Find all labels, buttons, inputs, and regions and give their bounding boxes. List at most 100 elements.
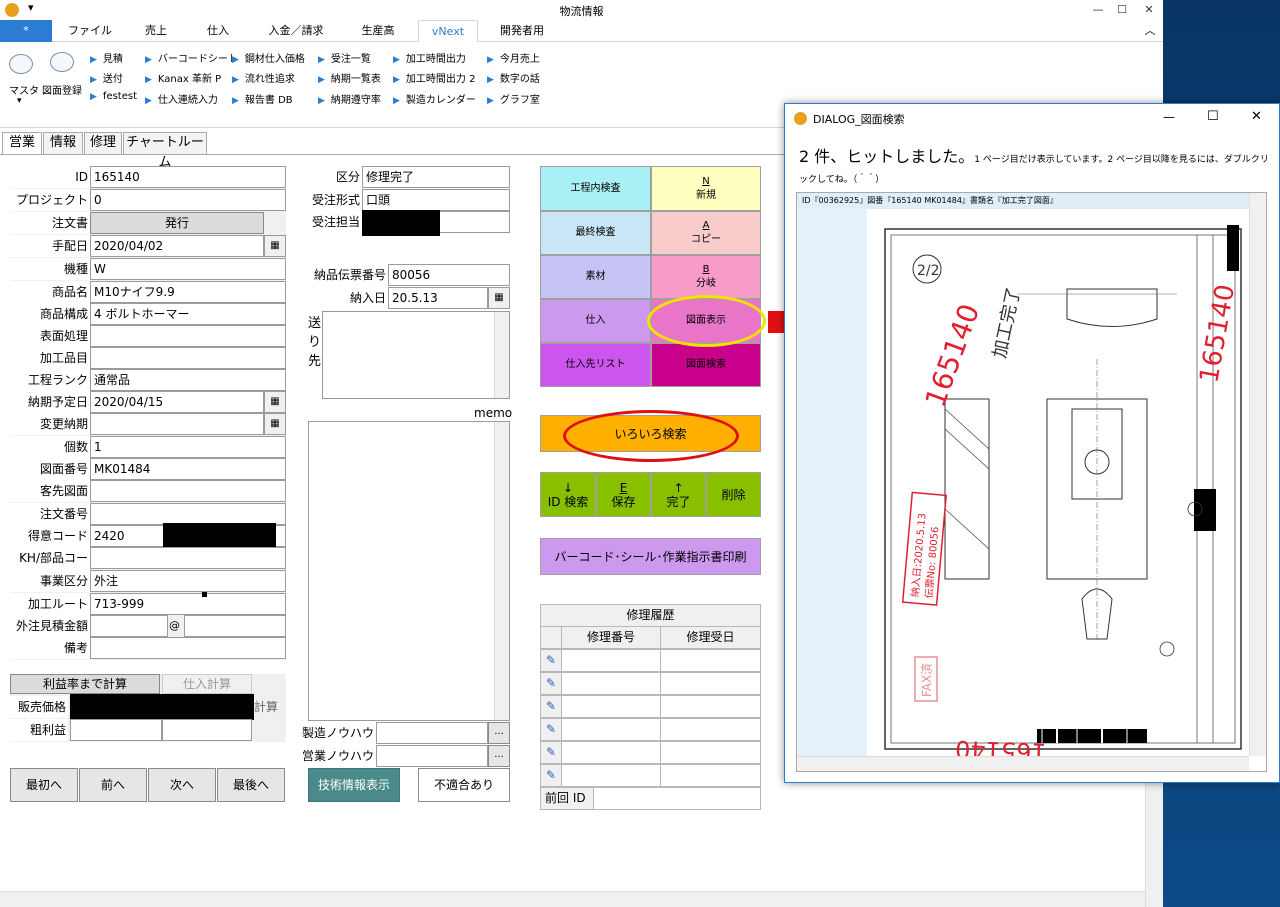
changed-due-field[interactable]: [90, 413, 264, 435]
calendar-icon[interactable]: ▦: [264, 391, 286, 413]
history-cell-no[interactable]: [561, 672, 661, 695]
seizo-dots-button[interactable]: ...: [488, 722, 510, 744]
ribbon-link-kanax[interactable]: ▶ Kanax 革新 P: [145, 70, 221, 85]
eigyo-field[interactable]: [376, 745, 488, 767]
model-field[interactable]: W: [90, 258, 286, 280]
ribbon-tab-purchase[interactable]: 仕入: [190, 20, 246, 42]
dialog-minimize-button[interactable]: —: [1163, 110, 1175, 124]
history-cell-date[interactable]: [660, 695, 761, 718]
prev-id-field[interactable]: [593, 787, 761, 810]
saishu-kensa-button[interactable]: 最終検査: [540, 211, 651, 255]
route-field[interactable]: 713-999: [90, 593, 286, 615]
seizo-field[interactable]: [376, 722, 488, 744]
tab-shuuri[interactable]: 修理: [84, 132, 122, 154]
outsource-field[interactable]: [90, 615, 168, 637]
memo-textarea[interactable]: [308, 421, 510, 721]
result-list[interactable]: ID『00362925』図番『165140 MK01484』書類名『加工完了図面…: [796, 192, 1267, 772]
next-button[interactable]: 次へ: [148, 768, 216, 802]
first-button[interactable]: 最初へ: [10, 768, 78, 802]
order-no-field[interactable]: [90, 503, 286, 525]
ribbon-link-kakou-jikan[interactable]: ▶ 加工時間出力: [393, 50, 466, 65]
ribbon-link-shiire-renzoku[interactable]: ▶ 仕入連続入力: [145, 91, 218, 106]
edit-pencil-icon[interactable]: ✎: [540, 695, 562, 718]
copy-button[interactable]: A コピー: [651, 211, 761, 255]
history-cell-date[interactable]: [660, 764, 761, 787]
ribbon-link-kakou-jikan-2[interactable]: ▶ 加工時間出力 2: [393, 70, 475, 85]
nonconformity-button[interactable]: 不適合あり: [418, 768, 510, 802]
drawing-preview[interactable]: 2/2 165140 165140 165140 納入日:2020.5.13 伝…: [867, 209, 1249, 756]
dialog-maximize-button[interactable]: ☐: [1207, 109, 1219, 124]
dialog-close-button[interactable]: ✕: [1251, 109, 1262, 124]
edit-pencil-icon[interactable]: ✎: [540, 718, 562, 741]
scrollbar[interactable]: [494, 422, 509, 720]
tech-info-button[interactable]: 技術情報表示: [308, 768, 400, 802]
scrollbar[interactable]: [494, 312, 509, 398]
history-cell-no[interactable]: [561, 764, 661, 787]
ribbon-link-kozai[interactable]: ▶ 鋼材仕入価格: [232, 50, 305, 65]
ribbon-link-houkoku[interactable]: ▶ 報告書 DB: [232, 91, 293, 106]
history-cell-no[interactable]: [561, 741, 661, 764]
ribbon-tab-production[interactable]: 生産高: [350, 20, 406, 42]
ribbon-link-kongetsu[interactable]: ▶ 今月売上: [487, 50, 540, 65]
history-cell-no[interactable]: [561, 649, 661, 672]
ribbon-link-nouki-junshu[interactable]: ▶ 納期遵守率: [318, 91, 381, 106]
nyuka-field[interactable]: 20.5.13: [388, 287, 488, 309]
process-item-field[interactable]: [90, 347, 286, 369]
tab-jouhou[interactable]: 情報: [43, 132, 83, 154]
ribbon-link-barcode[interactable]: ▶ バーコードシート: [145, 50, 238, 65]
last-button[interactable]: 最後へ: [217, 768, 285, 802]
ribbon-link-juchu[interactable]: ▶ 受注一覧: [318, 50, 371, 65]
branch-button[interactable]: B 分岐: [651, 255, 761, 299]
tab-chart-room[interactable]: チャートルーム: [123, 132, 207, 170]
result-item-title[interactable]: ID『00362925』図番『165140 MK01484』書類名『加工完了図面…: [797, 193, 1249, 209]
history-cell-date[interactable]: [660, 672, 761, 695]
ribbon-link-calendar[interactable]: ▶ 製造カレンダー: [393, 91, 476, 106]
gross-field[interactable]: [70, 719, 162, 741]
shiiresaki-list-button[interactable]: 仕入先リスト: [540, 343, 651, 387]
save-button[interactable]: E 保存: [596, 472, 651, 517]
purchase-calc-tab[interactable]: 仕入計算: [162, 674, 252, 694]
close-button[interactable]: ✕: [1137, 1, 1161, 19]
shiire-button[interactable]: 仕入: [540, 299, 651, 343]
outsource-unit-field[interactable]: [184, 615, 286, 637]
project-field[interactable]: 0: [90, 189, 286, 211]
result-h-scrollbar[interactable]: [797, 756, 1249, 771]
qty-field[interactable]: 1: [90, 436, 286, 458]
product-name-field[interactable]: M10ナイフ9.9: [90, 281, 286, 303]
maximize-button[interactable]: ☐: [1110, 1, 1134, 19]
horizontal-scrollbar[interactable]: [0, 891, 1145, 907]
drawing-no-field[interactable]: MK01484: [90, 458, 286, 480]
edit-pencil-icon[interactable]: ✎: [540, 741, 562, 764]
print-button[interactable]: バーコード･シール･作業指示書印刷: [540, 538, 761, 575]
ribbon-tab-vnext[interactable]: vNext: [418, 20, 478, 43]
history-cell-date[interactable]: [660, 741, 761, 764]
ribbon-tab-sales[interactable]: 売上: [128, 20, 184, 42]
result-scrollbar[interactable]: [1249, 193, 1266, 756]
calendar-icon[interactable]: ▦: [264, 235, 286, 257]
business-field[interactable]: 外注: [90, 570, 286, 592]
ribbon-link-graph[interactable]: ▶ グラフ室: [487, 91, 540, 106]
prev-button[interactable]: 前へ: [79, 768, 147, 802]
history-cell-no[interactable]: [561, 718, 661, 741]
gross-rate-field[interactable]: [162, 719, 252, 741]
ribbon-link-nouki-ichiran[interactable]: ▶ 納期一覧表: [318, 70, 381, 85]
kh-code-field[interactable]: [90, 547, 286, 569]
due-date-field[interactable]: 2020/04/15: [90, 391, 264, 413]
ribbon-tab-file[interactable]: ファイル: [62, 20, 118, 42]
history-cell-no[interactable]: [561, 695, 661, 718]
notes-field[interactable]: [90, 637, 286, 659]
zumen-kensaku-button[interactable]: 図面検索: [651, 343, 761, 387]
ribbon-link-suuji[interactable]: ▶ 数字の話: [487, 70, 540, 85]
product-config-field[interactable]: 4 ボルトホーマー: [90, 303, 286, 325]
calendar-icon[interactable]: ▦: [264, 413, 286, 435]
surface-field[interactable]: [90, 325, 286, 347]
sozai-button[interactable]: 素材: [540, 255, 651, 299]
minimize-button[interactable]: —: [1086, 1, 1110, 19]
done-button[interactable]: ↑ 完了: [651, 472, 706, 517]
delete-button[interactable]: 削除: [706, 472, 761, 517]
juchu-field[interactable]: 口頭: [362, 189, 510, 211]
kubun-field[interactable]: 修理完了: [362, 166, 510, 188]
okuri-textarea[interactable]: [322, 311, 510, 399]
arrange-date-field[interactable]: 2020/04/02: [90, 235, 264, 257]
edit-pencil-icon[interactable]: ✎: [540, 649, 562, 672]
